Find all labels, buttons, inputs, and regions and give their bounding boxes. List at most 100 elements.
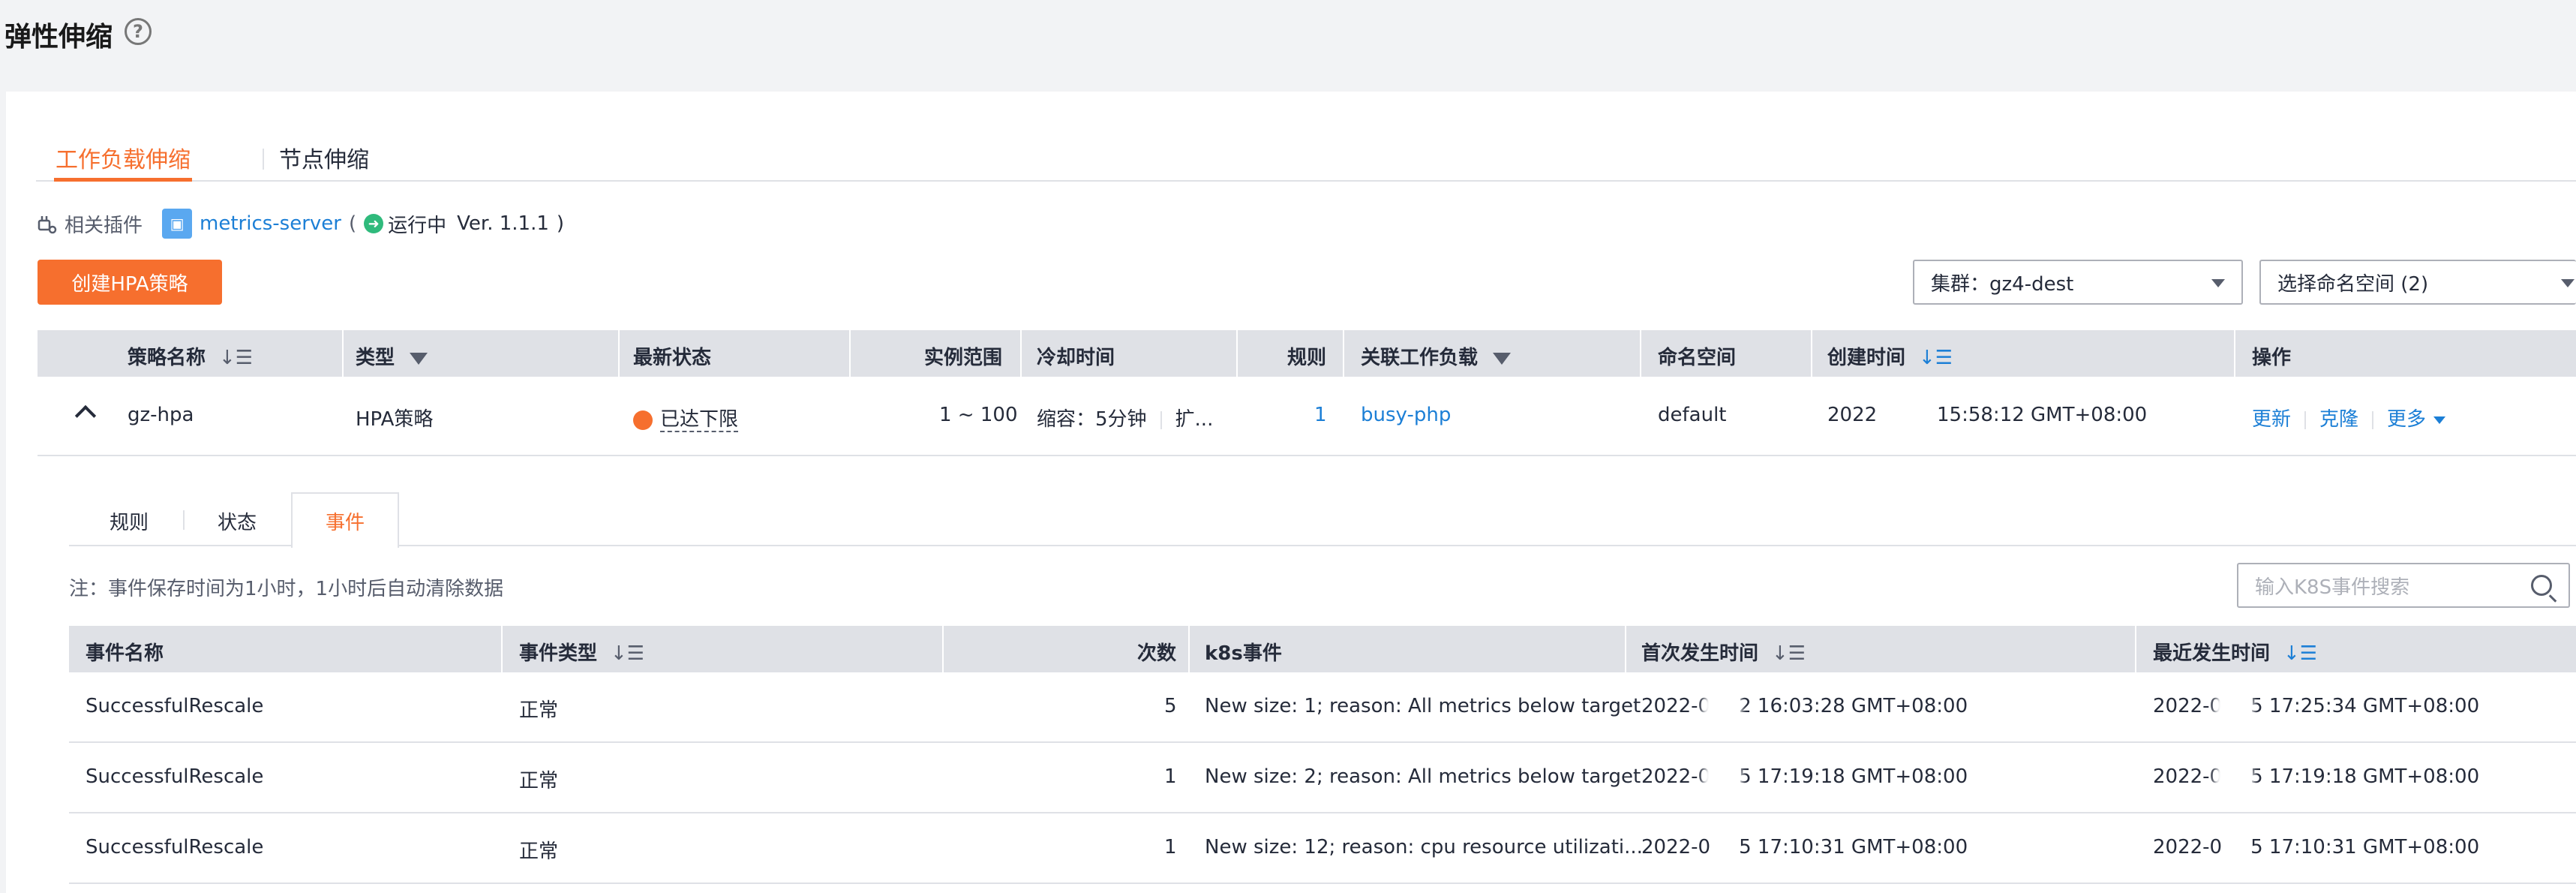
redaction-mask [2214,765,2253,795]
policy-rules-count[interactable]: 1 [1314,404,1327,426]
table-row: gz-hpa HPA策略 已达下限 1 ~ 100 缩容：5分钟 扩... 1 b… [38,377,2576,456]
event-k8s: New size: 1; reason: All metrics below t… [1205,695,1641,717]
plugin-icon [38,216,57,234]
filter-icon[interactable] [410,352,428,365]
column-separator [2135,626,2136,672]
tab-workload-scaling[interactable]: 工作负载伸缩 [54,141,192,182]
policy-status[interactable]: 已达下限 [633,404,739,432]
clone-link[interactable]: 克隆 [2319,408,2358,431]
chevron-up-icon[interactable] [74,404,97,427]
header-status: 最新状态 [633,347,712,369]
sort-icon[interactable]: ↓☰ [611,642,644,665]
policy-table: 策略名称 ↓☰ 类型 最新状态 实例范围 冷却时间 规则 关联工作负载 命名空间 … [38,330,2576,456]
policy-name: gz-hpa [128,404,194,426]
event-k8s: New size: 12; reason: cpu resource utili… [1205,836,1643,858]
table-row: SuccessfulRescale 正常 1 New size: 2; reas… [69,743,2576,813]
column-separator [1020,330,1022,377]
create-hpa-button[interactable]: 创建HPA策略 [38,260,222,305]
redaction-mask [1703,765,1742,795]
cluster-select[interactable]: 集群：gz4-dest [1913,260,2243,305]
column-separator [2234,330,2235,377]
header-type[interactable]: 类型 [356,342,428,370]
event-last-time: 2022-0 5 17:10:31 GMT+08:00 [2153,836,2480,858]
page-title: 弹性伸缩 [5,22,113,53]
sort-icon[interactable]: ↓☰ [1919,347,1953,369]
search-icon[interactable] [2531,575,2552,596]
tab-events[interactable]: 事件 [291,492,400,548]
main-card: 工作负载伸缩 节点伸缩 相关插件 ▣ metrics-server ( ➜ 运行… [6,92,2576,893]
header-name[interactable]: 策略名称 ↓☰ [128,342,253,370]
table-row: SuccessfulRescale 正常 5 New size: 1; reas… [69,672,2576,743]
sort-icon[interactable]: ↓☰ [1772,642,1806,665]
event-first-time: 2022-0 5 17:10:31 GMT+08:00 [1641,836,1968,858]
tab-node-scaling[interactable]: 节点伸缩 [279,141,369,182]
column-separator [1625,626,1626,672]
column-separator [1343,330,1344,377]
created-time: 15:58:12 GMT+08:00 [1937,404,2148,426]
chevron-down-icon[interactable] [2433,416,2446,424]
events-table: 事件名称 事件类型 ↓☰ 次数 k8s事件 首次发生时间 ↓☰ 最近发生时间 ↓☰ S… [69,626,2576,884]
plugin-version: Ver. 1.1.1 [457,212,549,235]
policy-table-header: 策略名称 ↓☰ 类型 最新状态 实例范围 冷却时间 规则 关联工作负载 命名空间 … [38,330,2576,377]
header-namespace: 命名空间 [1658,347,1737,369]
event-last-time: 2022-0 5 17:19:18 GMT+08:00 [2153,765,2480,788]
column-separator [849,330,851,377]
event-count: 1 [1164,836,1177,858]
column-separator [1236,330,1238,377]
header-created[interactable]: 创建时间 ↓☰ [1827,342,1953,370]
plugin-status: 运行中 [388,214,447,237]
column-separator [1640,330,1641,377]
help-icon[interactable]: ? [125,18,152,45]
plugin-label: 相关插件 [65,214,143,237]
event-k8s: New size: 2; reason: All metrics below t… [1205,765,1641,788]
header-event-name: 事件名称 [86,642,164,665]
tab-status[interactable]: 状态 [218,507,257,535]
action-links: 更新 克隆 更多 [2252,404,2446,431]
event-name: SuccessfulRescale [86,695,264,717]
header-workload[interactable]: 关联工作负载 [1361,342,1512,370]
tab-divider [263,149,264,170]
more-link[interactable]: 更多 [2387,408,2426,431]
namespace-select[interactable]: 选择命名空间 (2) [2259,260,2576,305]
sort-icon[interactable]: ↓☰ [219,347,253,369]
events-note: 注：事件保存时间为1小时，1小时后自动清除数据 [69,578,504,600]
metrics-server-link[interactable]: metrics-server [200,212,341,235]
header-k8s-event: k8s事件 [1205,642,1282,665]
header-rules: 规则 [1287,347,1327,369]
search-placeholder: 输入K8S事件搜索 [2255,576,2410,599]
detail-tabs: 规则 状态 事件 [69,492,2576,548]
event-last-time: 2022-0 5 17:25:34 GMT+08:00 [2153,695,2480,717]
header-actions: 操作 [2252,347,2292,369]
redaction-mask [2214,695,2253,725]
policy-type: HPA策略 [356,408,434,431]
page-header: 弹性伸缩 ? [0,0,2576,89]
created-year: 2022 [1827,404,1878,426]
header-range: 实例范围 [924,347,1003,369]
column-separator [342,330,344,377]
column-separator [942,626,944,672]
namespace-select-value: 选择命名空间 (2) [2277,272,2429,296]
filter-icon[interactable] [1493,352,1512,365]
metrics-server-icon: ▣ [162,209,193,239]
workload-link[interactable]: busy-php [1361,404,1451,426]
chevron-down-icon [2561,279,2574,287]
event-first-time: 2022-0 5 17:19:18 GMT+08:00 [1641,765,1968,788]
header-last-time[interactable]: 最近发生时间 ↓☰ [2153,638,2317,666]
header-event-type[interactable]: 事件类型 ↓☰ [519,638,644,666]
cluster-select-value: 集群：gz4-dest [1931,272,2074,296]
plugin-close-paren: ) [556,212,565,235]
main-tabs: 工作负载伸缩 节点伸缩 [36,135,2576,182]
table-row: SuccessfulRescale 正常 1 New size: 12; rea… [69,813,2576,884]
header-cooldown: 冷却时间 [1037,347,1115,369]
column-separator [618,330,620,377]
update-link[interactable]: 更新 [2252,408,2291,431]
event-search-input[interactable]: 输入K8S事件搜索 [2237,563,2570,608]
chevron-down-icon [2211,279,2225,287]
policy-cooldown: 缩容：5分钟 扩... [1037,408,1214,431]
sort-icon[interactable]: ↓☰ [2283,642,2317,665]
event-type: 正常 [519,699,559,722]
redaction-mask [1703,695,1742,725]
header-count: 次数 [1137,642,1177,665]
tab-rules[interactable]: 规则 [110,507,149,535]
header-first-time[interactable]: 首次发生时间 ↓☰ [1641,638,1806,666]
